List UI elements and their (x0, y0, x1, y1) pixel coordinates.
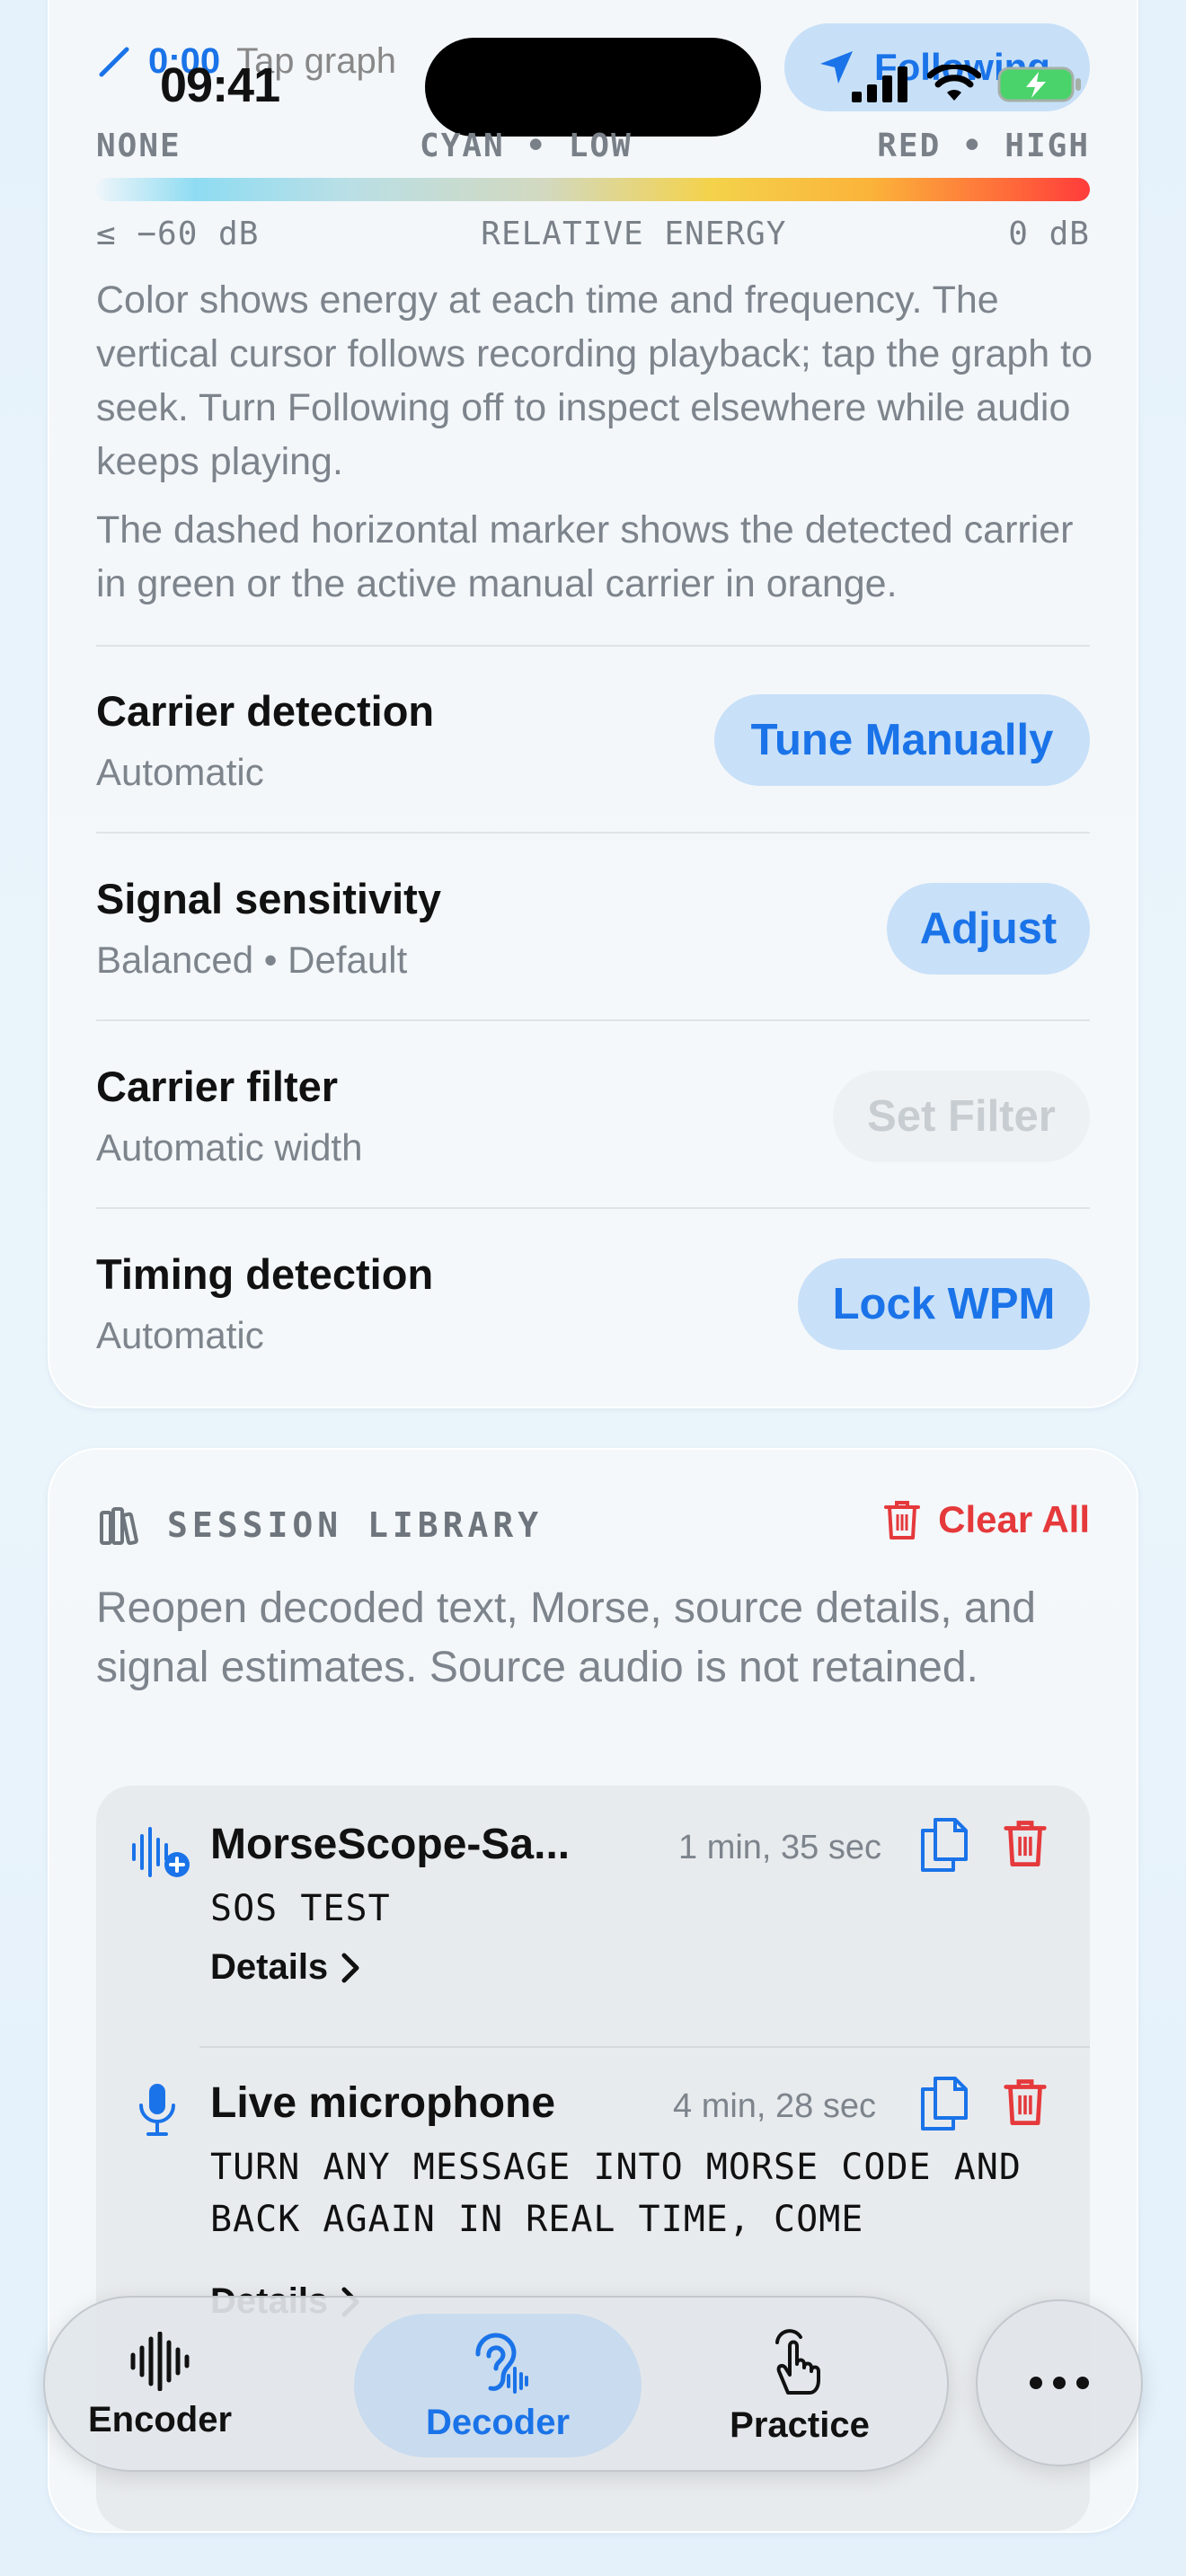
tab-decoder[interactable]: Decoder (354, 2314, 642, 2457)
carrier-marker-description: The dashed horizontal marker shows the d… (96, 508, 1074, 605)
ear-icon (475, 2332, 528, 2394)
session-duration: 1 min, 35 sec (678, 1829, 881, 1866)
pencil-icon[interactable] (96, 44, 132, 80)
dynamic-island (425, 38, 761, 137)
details-label: Details (210, 1947, 329, 1987)
legend-labels: NONE CYAN • LOW RED • HIGH (96, 128, 1090, 164)
lock-wpm-button[interactable]: Lock WPM (798, 1258, 1090, 1350)
battery-charging-icon (997, 66, 1081, 102)
carrier-detection-value: Automatic (96, 751, 264, 793)
legend-min-db: ≤ −60 dB (96, 216, 260, 252)
session-decoded-text: TURN ANY MESSAGE INTO MORSE CODE AND BAC… (210, 2147, 1022, 2240)
microphone-icon (139, 2084, 175, 2136)
copy-icon[interactable] (919, 1816, 969, 1874)
divider (96, 1207, 1090, 1209)
divider (96, 1019, 1090, 1021)
tab-label: Encoder (87, 2399, 233, 2439)
signal-sensitivity-title: Signal sensitivity (96, 875, 441, 922)
cellular-signal-icon (852, 66, 907, 102)
session-library-title: SESSION LIBRARY (167, 1505, 544, 1545)
clear-all-button[interactable]: Clear All (882, 1498, 1090, 1541)
adjust-button[interactable]: Adjust (887, 883, 1090, 975)
legend-none-label: NONE (96, 128, 181, 164)
set-filter-button[interactable]: Set Filter (833, 1071, 1090, 1162)
session-library-header: SESSION LIBRARY (99, 1505, 543, 1545)
carrier-filter-value: Automatic width (96, 1126, 363, 1169)
page: 0:00 Tap graph Following 09:41 NONE CYAN… (0, 0, 1186, 2576)
status-icons (852, 65, 1084, 104)
trash-icon[interactable] (1002, 2075, 1049, 2129)
wifi-icon (927, 65, 981, 101)
waveform-icon (130, 2331, 190, 2391)
ellipsis-icon (1030, 2377, 1042, 2389)
copy-icon[interactable] (919, 2075, 969, 2132)
divider (96, 645, 1090, 647)
tab-practice[interactable]: Practice (710, 2298, 890, 2474)
status-time: 09:41 (160, 58, 280, 112)
divider (199, 2046, 1090, 2048)
more-button[interactable] (976, 2299, 1143, 2466)
trash-icon (884, 1501, 921, 1539)
ellipsis-dot (1076, 2377, 1089, 2389)
divider (96, 832, 1090, 834)
spectrogram-description: Color shows energy at each time and freq… (96, 278, 1093, 483)
waveform-add-icon (132, 1827, 190, 1877)
tune-manually-button[interactable]: Tune Manually (714, 694, 1090, 786)
carrier-filter-title: Carrier filter (96, 1063, 339, 1110)
tab-label: Practice (730, 2404, 870, 2445)
chevron-right-icon (341, 1953, 359, 1982)
location-arrow-icon (820, 51, 853, 84)
ellipsis-dot (1053, 2377, 1066, 2389)
session-decoded-text: SOS TEST (210, 1888, 391, 1929)
legend-high-label: RED • HIGH (877, 128, 1090, 164)
trash-icon[interactable] (1002, 1816, 1049, 1870)
tab-bar: Encoder Decoder Practice (43, 2296, 949, 2472)
legend-axis-label: RELATIVE ENERGY (481, 216, 787, 252)
tab-label: Decoder (425, 2402, 571, 2442)
session-title: MorseScope-Sa... (210, 1821, 571, 1868)
carrier-detection-title: Carrier detection (96, 687, 435, 735)
tab-encoder[interactable]: Encoder (81, 2298, 239, 2474)
signal-sensitivity-value: Balanced • Default (96, 939, 408, 981)
session-duration: 4 min, 28 sec (673, 2087, 876, 2125)
timing-detection-value: Automatic (96, 1314, 264, 1356)
hand-tap-icon (775, 2328, 820, 2395)
legend-scale: ≤ −60 dB RELATIVE ENERGY 0 dB (96, 216, 1090, 252)
session-title: Live microphone (210, 2079, 556, 2127)
legend-low-label: CYAN • LOW (420, 128, 633, 164)
clear-all-label: Clear All (938, 1498, 1090, 1540)
timing-detection-title: Timing detection (96, 1250, 434, 1298)
details-button[interactable]: Details (210, 1947, 360, 1988)
energy-gradient-bar (96, 178, 1090, 201)
legend-max-db: 0 dB (1008, 216, 1090, 252)
session-library-description: Reopen decoded text, Morse, source detai… (96, 1584, 1036, 1691)
books-icon (100, 1507, 138, 1545)
